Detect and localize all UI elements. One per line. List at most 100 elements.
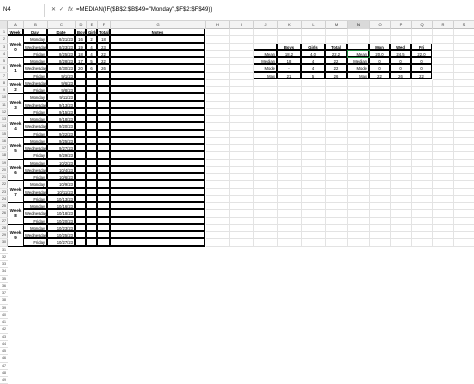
empty-cell[interactable]: [302, 145, 326, 153]
empty-cell[interactable]: [370, 188, 391, 196]
empty-cell[interactable]: [412, 232, 433, 240]
empty-cell[interactable]: [391, 130, 412, 138]
empty-cell[interactable]: [454, 174, 474, 182]
empty-cell[interactable]: [370, 145, 391, 153]
day-cell[interactable]: Wednesday: [23, 144, 47, 152]
boys-cell[interactable]: [75, 216, 86, 224]
girls-cell[interactable]: [86, 144, 97, 152]
column-header-p[interactable]: P: [391, 21, 412, 29]
empty-cell[interactable]: [391, 159, 412, 167]
stats-cell[interactable]: 26: [390, 71, 411, 79]
empty-cell[interactable]: [391, 239, 412, 247]
empty-cell[interactable]: [278, 29, 302, 37]
empty-cell[interactable]: [206, 188, 230, 196]
row-header[interactable]: 16: [0, 138, 8, 145]
empty-cell[interactable]: [326, 188, 348, 196]
empty-cell[interactable]: [454, 80, 474, 87]
column-header-l[interactable]: L: [302, 21, 326, 29]
boys-cell[interactable]: [75, 122, 86, 130]
empty-cell[interactable]: [370, 195, 391, 203]
day-cell[interactable]: Friday: [23, 49, 47, 57]
empty-cell[interactable]: [348, 145, 370, 153]
row-header[interactable]: 36: [0, 283, 8, 290]
empty-cell[interactable]: [454, 102, 474, 109]
empty-cell[interactable]: [370, 101, 391, 109]
empty-cell[interactable]: [454, 131, 474, 138]
day-cell[interactable]: Friday: [23, 238, 47, 246]
empty-cell[interactable]: [302, 217, 326, 225]
notes-cell[interactable]: [110, 49, 205, 57]
date-cell[interactable]: 9/22/23: [47, 129, 75, 137]
empty-cell[interactable]: [206, 58, 230, 66]
empty-cell[interactable]: [433, 123, 454, 131]
empty-cell[interactable]: [370, 166, 391, 174]
empty-cell[interactable]: [326, 29, 348, 37]
row-header[interactable]: 31: [0, 247, 8, 254]
empty-cell[interactable]: [278, 159, 302, 167]
row-header[interactable]: 20: [0, 167, 8, 174]
empty-cell[interactable]: [348, 152, 370, 160]
row-header[interactable]: 43: [0, 334, 8, 341]
girls-cell[interactable]: [86, 165, 97, 173]
row-header[interactable]: 49: [0, 377, 8, 384]
day-cell[interactable]: Monday: [23, 202, 47, 210]
total-cell[interactable]: [97, 107, 110, 115]
stats-cell[interactable]: 24.5: [390, 49, 411, 57]
empty-cell[interactable]: [412, 210, 433, 218]
row-header[interactable]: 12: [0, 109, 8, 116]
empty-cell[interactable]: [433, 239, 454, 247]
day-cell[interactable]: Friday: [23, 151, 47, 159]
notes-cell[interactable]: [110, 144, 205, 152]
girls-cell[interactable]: [86, 115, 97, 123]
stats-cell[interactable]: 0: [369, 57, 390, 65]
empty-cell[interactable]: [391, 145, 412, 153]
date-cell[interactable]: 10/23/23: [47, 223, 75, 231]
column-header-r[interactable]: R: [433, 21, 454, 29]
stats-cell[interactable]: 22.2: [325, 49, 347, 57]
empty-cell[interactable]: [254, 188, 278, 196]
row-header[interactable]: 38: [0, 297, 8, 305]
empty-cell[interactable]: [348, 181, 370, 189]
empty-cell[interactable]: [348, 108, 370, 116]
empty-cell[interactable]: [391, 87, 412, 95]
date-cell[interactable]: 9/6/23: [47, 78, 75, 86]
notes-cell[interactable]: [110, 35, 205, 43]
empty-cell[interactable]: [370, 203, 391, 211]
stats-cell[interactable]: 0: [390, 64, 411, 72]
empty-cell[interactable]: [433, 159, 454, 167]
empty-cell[interactable]: [370, 36, 391, 44]
empty-cell[interactable]: [278, 174, 302, 182]
empty-cell[interactable]: [370, 159, 391, 167]
empty-cell[interactable]: [302, 195, 326, 203]
empty-cell[interactable]: [454, 109, 474, 116]
week-label[interactable]: Week 4: [8, 115, 24, 138]
empty-cell[interactable]: [454, 189, 474, 196]
empty-cell[interactable]: [230, 65, 254, 73]
empty-cell[interactable]: [206, 239, 230, 247]
empty-cell[interactable]: [326, 159, 348, 167]
empty-cell[interactable]: [433, 181, 454, 189]
empty-cell[interactable]: [326, 210, 348, 218]
empty-cell[interactable]: [412, 203, 433, 211]
stats-cell[interactable]: 22.0: [411, 49, 432, 57]
empty-cell[interactable]: [278, 203, 302, 211]
date-cell[interactable]: 10/6/23: [47, 173, 75, 181]
empty-cell[interactable]: [348, 239, 370, 247]
row-header[interactable]: 33: [0, 261, 8, 269]
empty-cell[interactable]: [230, 217, 254, 225]
row-header[interactable]: 21: [0, 174, 8, 182]
empty-cell[interactable]: [412, 217, 433, 225]
total-cell[interactable]: [97, 122, 110, 130]
date-cell[interactable]: 9/20/23: [47, 122, 75, 130]
row-header[interactable]: 9: [0, 87, 8, 95]
row-header[interactable]: 25: [0, 203, 8, 211]
empty-cell[interactable]: [454, 58, 474, 66]
stats-cell[interactable]: 22: [325, 64, 347, 72]
boys-cell[interactable]: 18: [75, 49, 86, 57]
notes-cell[interactable]: [110, 129, 205, 137]
empty-cell[interactable]: [391, 188, 412, 196]
stats-cell[interactable]: 22: [411, 71, 432, 79]
empty-cell[interactable]: [302, 166, 326, 174]
notes-cell[interactable]: [110, 151, 205, 159]
empty-cell[interactable]: [370, 123, 391, 131]
